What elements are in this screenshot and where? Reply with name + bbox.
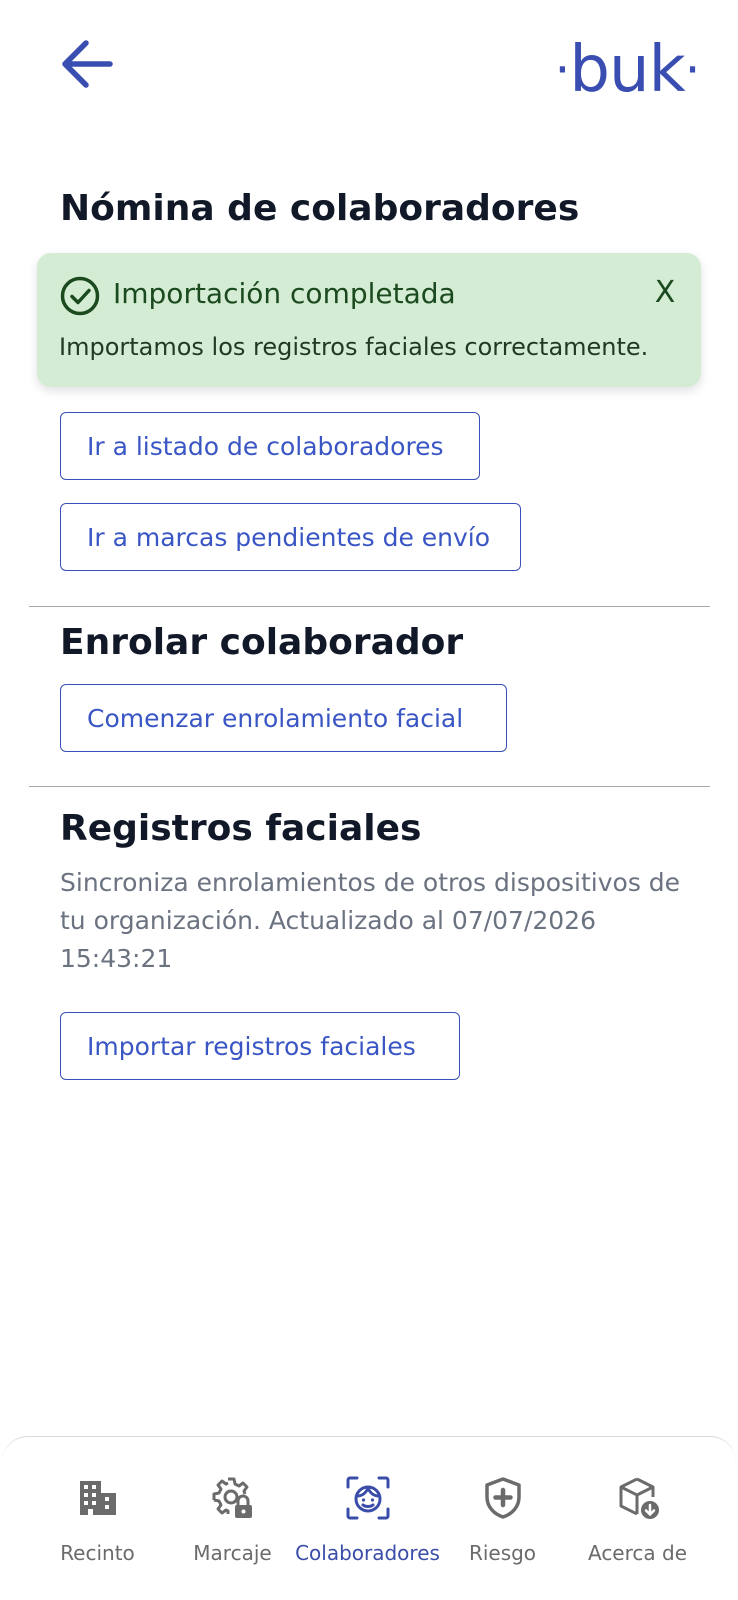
section-divider [29,606,710,607]
nav-item-riesgo[interactable]: Riesgo [429,1437,576,1600]
app-header: · buk · [0,0,738,140]
box-download-icon [619,1477,659,1519]
toast-title: Importación completada [113,277,456,310]
import-facial-records-button[interactable]: Importar registros faciales [60,1012,460,1080]
nav-label: Acerca de [587,1541,688,1565]
nav-item-colaboradores[interactable]: Colaboradores [294,1437,441,1600]
logo-text: buk [569,33,685,107]
registros-title: Registros faciales [60,808,422,849]
enrolar-title: Enrolar colaborador [60,622,464,663]
back-button[interactable] [56,34,116,94]
toast-close-button[interactable]: X [647,275,683,315]
arrow-left-icon [62,40,113,88]
nav-item-recinto[interactable]: Recinto [24,1437,171,1600]
go-to-pending-marks-button[interactable]: Ir a marcas pendientes de envío [60,503,521,571]
nav-item-marcaje[interactable]: Marcaje [159,1437,306,1600]
shield-plus-icon [484,1477,521,1519]
go-to-employee-list-button[interactable]: Ir a listado de colaboradores [60,412,480,480]
nav-label: Riesgo [468,1541,537,1565]
face-scan-icon [346,1476,389,1520]
section-divider [29,786,710,787]
check-circle-icon [60,276,100,316]
gear-lock-icon [212,1477,252,1518]
nav-item-acerca-de[interactable]: Acerca de [564,1437,711,1600]
toast-message: Importamos los registros faciales correc… [59,333,649,361]
nomina-title: Nómina de colaboradores [60,188,580,229]
building-icon [79,1481,116,1515]
start-facial-enrollment-button[interactable]: Comenzar enrolamiento facial [60,684,507,752]
registros-description: Sincroniza enrolamientos de otros dispos… [60,868,681,973]
success-toast: Importación completada X Importamos los … [37,253,701,387]
nav-label: Marcaje [193,1541,272,1565]
nav-label: Colaboradores [295,1541,440,1565]
buk-logo: · buk · [554,33,700,107]
nav-label: Recinto [60,1541,135,1565]
bottom-navigation: Recinto Marcaje Colaboradores Riesgo Ace… [2,1436,736,1600]
